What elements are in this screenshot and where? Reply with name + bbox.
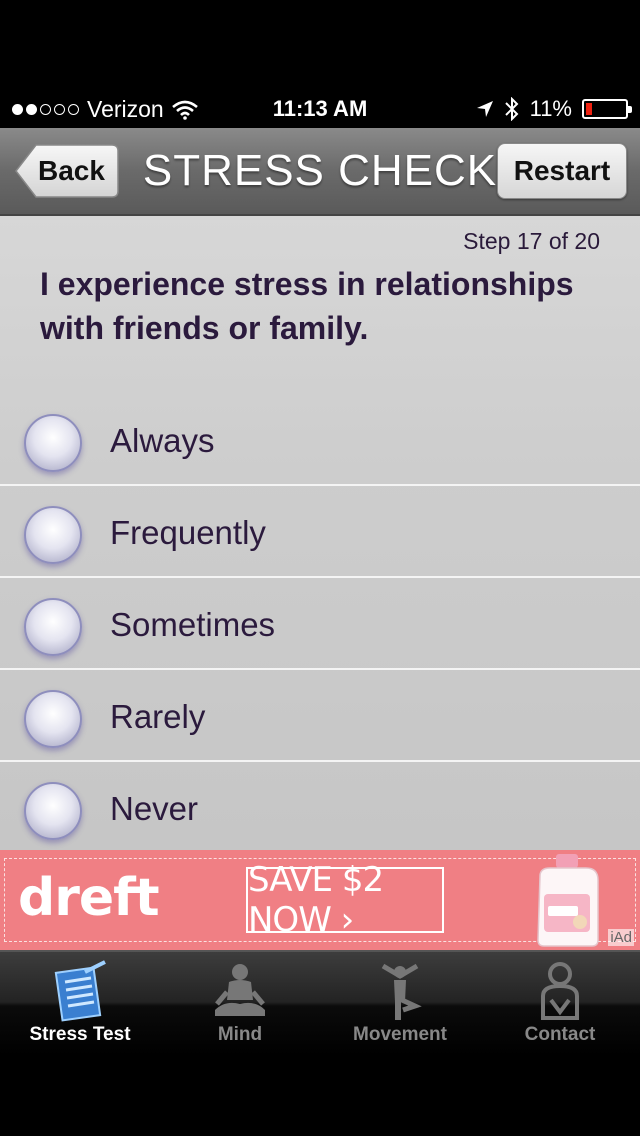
radio-button[interactable]: [24, 598, 82, 656]
ad-banner[interactable]: dreft SAVE $2 NOW › iAd: [0, 850, 640, 950]
location-arrow-icon: [476, 101, 493, 117]
top-black-area: [0, 0, 640, 90]
yoga-pose-icon: [381, 963, 422, 1020]
battery-fill: [586, 103, 592, 115]
radio-button[interactable]: [24, 506, 82, 564]
tab-label: Movement: [353, 1024, 447, 1045]
question-text: I experience stress in relationships wit…: [40, 266, 574, 346]
option-sometimes[interactable]: Sometimes: [0, 588, 640, 678]
tab-movement[interactable]: Movement: [320, 952, 480, 1058]
contact-person-icon: [541, 962, 579, 1020]
status-bar: Verizon 11:13 AM 11%: [0, 90, 640, 128]
radio-button[interactable]: [24, 414, 82, 472]
meditation-icon: [215, 964, 265, 1016]
option-always[interactable]: Always: [0, 404, 640, 494]
divider: [0, 668, 640, 670]
tab-label: Stress Test: [29, 1024, 131, 1045]
option-label: Never: [110, 790, 199, 827]
checklist-icon: [54, 960, 106, 1022]
battery-tip: [628, 106, 632, 113]
battery-percent: 11%: [529, 96, 572, 121]
tab-mind[interactable]: Mind: [160, 952, 320, 1058]
tab-bar: Stress Test Mind Movement Contact: [0, 950, 640, 1056]
ad-brand-logo: dreft: [18, 868, 160, 928]
bottom-black-area: [0, 1056, 640, 1136]
bluetooth-icon: [504, 97, 519, 121]
divider: [0, 760, 640, 762]
tab-stress-test[interactable]: Stress Test: [0, 952, 160, 1058]
navigation-bar: Back STRESS CHECK Restart: [0, 128, 640, 216]
detergent-bottle-icon: [537, 854, 599, 947]
option-label: Rarely: [110, 698, 206, 735]
quiz-content: Step 17 of 20 I experience stress in rel…: [0, 216, 640, 850]
divider: [0, 484, 640, 486]
ad-cta-button[interactable]: SAVE $2 NOW ›: [246, 860, 444, 940]
option-rarely[interactable]: Rarely: [0, 680, 640, 770]
restart-button[interactable]: Restart: [497, 143, 627, 199]
status-right: 11%: [476, 96, 632, 122]
tab-label: Contact: [524, 1024, 596, 1045]
option-label: Always: [110, 422, 215, 459]
option-label: Frequently: [110, 514, 266, 551]
divider: [0, 576, 640, 578]
radio-button[interactable]: [24, 782, 82, 840]
tab-label: Mind: [217, 1024, 263, 1045]
option-label: Sometimes: [110, 606, 276, 643]
radio-button[interactable]: [24, 690, 82, 748]
step-indicator: Step 17 of 20: [463, 228, 600, 254]
tab-contact[interactable]: Contact: [480, 952, 640, 1058]
battery-icon: [582, 99, 632, 119]
option-frequently[interactable]: Frequently: [0, 496, 640, 586]
option-never[interactable]: Never: [0, 772, 640, 862]
iad-badge: iAd: [608, 929, 634, 946]
